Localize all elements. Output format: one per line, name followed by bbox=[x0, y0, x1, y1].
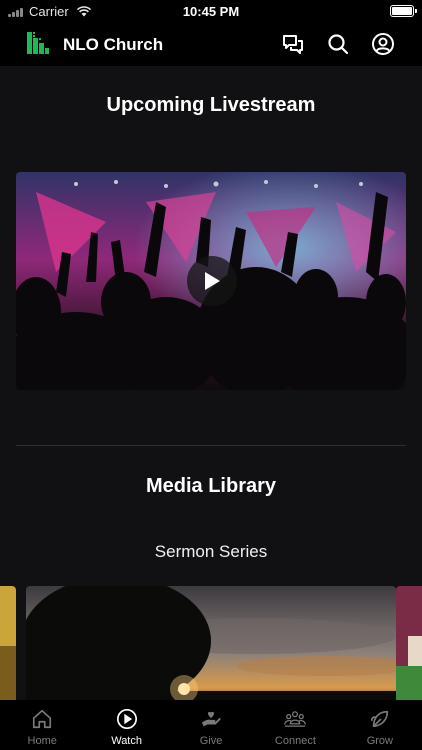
tab-give[interactable]: Give bbox=[169, 700, 253, 750]
church-logo-icon bbox=[27, 32, 49, 54]
battery-icon bbox=[390, 5, 417, 17]
home-icon bbox=[33, 709, 52, 729]
sermon-series-card-next[interactable] bbox=[396, 586, 422, 700]
upcoming-livestream-title: Upcoming Livestream bbox=[106, 94, 316, 116]
tab-connect[interactable]: Connect bbox=[253, 700, 337, 750]
tab-grow-label: Grow bbox=[366, 735, 393, 747]
app-header: NLO Church bbox=[0, 22, 422, 66]
tab-connect-label: Connect bbox=[274, 735, 316, 747]
give-icon bbox=[201, 711, 221, 727]
tab-home-label: Home bbox=[27, 735, 57, 747]
tab-grow[interactable]: Grow bbox=[338, 700, 422, 750]
sermon-series-card[interactable] bbox=[26, 586, 396, 700]
people-icon bbox=[284, 711, 307, 727]
play-icon bbox=[205, 272, 220, 290]
series-thumbnail-next bbox=[396, 586, 422, 700]
search-icon[interactable] bbox=[326, 32, 350, 56]
section-divider bbox=[16, 445, 406, 446]
status-bar: Carrier 10:45 PM bbox=[0, 0, 422, 22]
tab-home[interactable]: Home bbox=[0, 700, 84, 750]
series-thumbnail-prev bbox=[0, 586, 16, 700]
sermon-series-label: Sermon Series bbox=[154, 542, 268, 561]
media-library-title: Media Library bbox=[145, 475, 277, 497]
tab-bar: Home Watch Give Connect Grow bbox=[0, 700, 422, 750]
tab-watch[interactable]: Watch bbox=[84, 700, 168, 750]
sermon-series-card-prev[interactable] bbox=[0, 586, 16, 700]
sunset-thumbnail bbox=[26, 586, 396, 700]
leaf-icon bbox=[370, 710, 388, 728]
play-button[interactable] bbox=[187, 256, 237, 306]
play-circle-icon bbox=[116, 709, 137, 729]
chat-icon[interactable] bbox=[281, 32, 305, 56]
app-title: NLO Church bbox=[63, 35, 164, 54]
tab-give-label: Give bbox=[199, 735, 223, 747]
profile-icon[interactable] bbox=[371, 32, 395, 56]
tab-watch-label: Watch bbox=[111, 735, 142, 747]
status-time: 10:45 PM bbox=[182, 4, 240, 19]
watch-content[interactable]: Upcoming Livestream Media Library Sermon… bbox=[0, 66, 422, 700]
livestream-video[interactable] bbox=[16, 172, 406, 390]
